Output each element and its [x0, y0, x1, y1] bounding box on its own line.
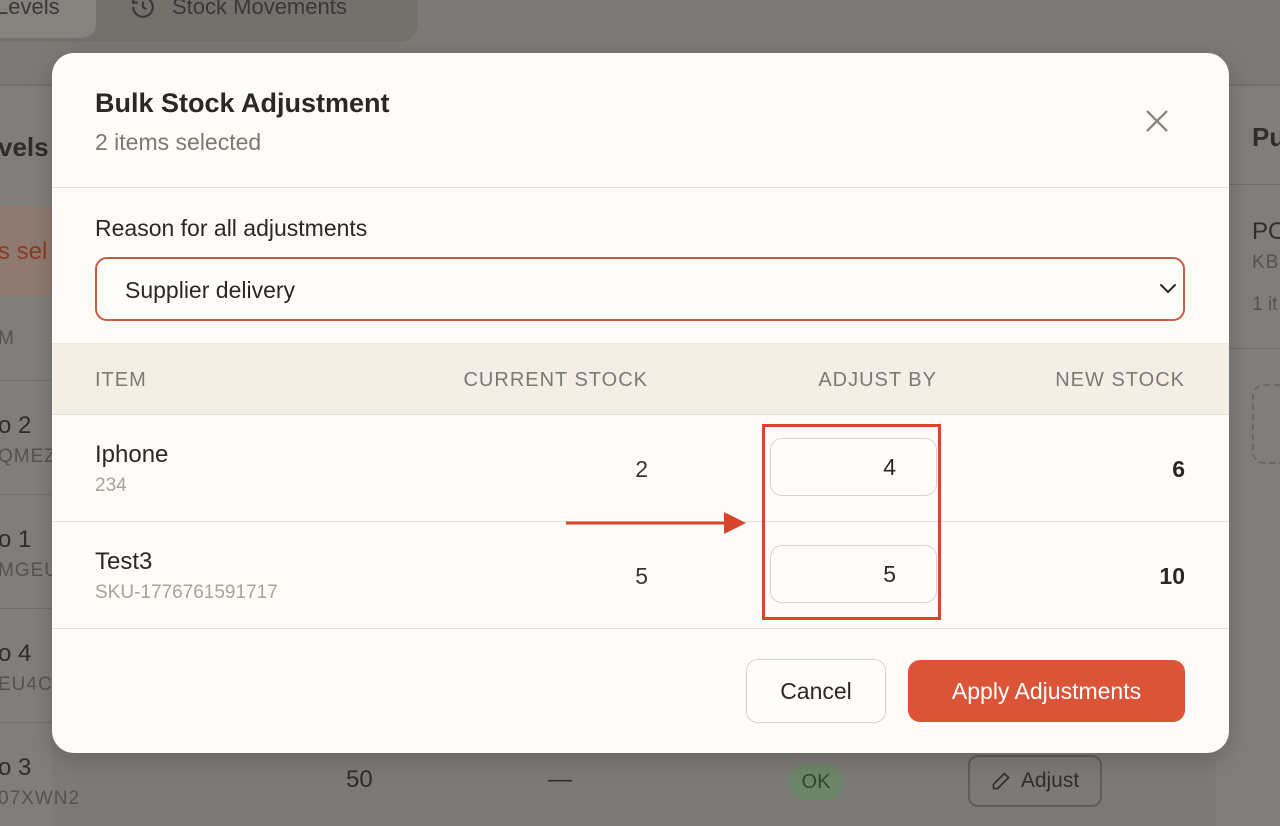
item-sku: SKU-1776761591717	[95, 582, 278, 603]
reason-selected-value: Supplier delivery	[125, 277, 296, 303]
column-header-adjust-by: ADJUST BY	[818, 369, 937, 391]
pencil-icon	[992, 772, 1010, 790]
adjust-button[interactable]: Adjust	[968, 755, 1102, 807]
dialog-header: Bulk Stock Adjustment 2 items selected	[52, 53, 1229, 188]
column-header-new-stock: NEW STOCK	[1055, 369, 1185, 391]
reason-select[interactable]: Supplier delivery	[95, 257, 1185, 321]
bg-row-code: MGEU	[0, 560, 59, 581]
column-header-item: ITEM	[95, 369, 147, 391]
apply-adjustments-button[interactable]: Apply Adjustments	[908, 660, 1185, 722]
bg-row-code: QMEZ	[0, 446, 57, 467]
new-stock: 10	[1159, 563, 1185, 589]
tab-levels-label: Levels	[0, 0, 60, 19]
reason-label: Reason for all adjustments	[95, 215, 368, 241]
po-code: KB	[1252, 252, 1280, 273]
column-header: M	[0, 328, 15, 349]
po-number: PO	[1252, 218, 1280, 245]
tab-bar: Levels Stock Movements	[0, 0, 418, 42]
current-stock: 5	[635, 563, 648, 589]
close-icon[interactable]	[1143, 107, 1171, 135]
history-icon	[132, 0, 154, 18]
table-row: Iphone 234 2 6	[52, 415, 1229, 522]
row-divider	[0, 722, 52, 723]
column-header-current-stock: CURRENT STOCK	[463, 369, 648, 391]
bg-row-name: o 3	[0, 754, 32, 781]
bg-row-qty: 50	[346, 766, 373, 793]
bg-row-name: o 1	[0, 526, 32, 553]
selection-banner-text: s sel	[0, 238, 48, 265]
adjust-by-input[interactable]	[770, 545, 937, 603]
adjust-button-label: Adjust	[1020, 769, 1080, 792]
item-sku: 234	[95, 475, 127, 496]
panel-heading: vels	[0, 132, 49, 162]
right-panel-heading: Pu	[1252, 122, 1280, 152]
item-name: Iphone	[95, 441, 169, 468]
adjust-by-input[interactable]	[770, 438, 937, 496]
bulk-adjustment-dialog: Bulk Stock Adjustment 2 items selected R…	[52, 53, 1229, 753]
current-stock: 2	[635, 456, 648, 482]
bg-row-dash: —	[548, 766, 572, 793]
bg-row-code: 07XWN2	[0, 788, 81, 809]
new-stock: 6	[1172, 456, 1185, 482]
table-header: ITEM CURRENT STOCK ADJUST BY NEW STOCK	[52, 343, 1229, 415]
dialog-subtitle: 2 items selected	[95, 129, 262, 155]
dialog-title: Bulk Stock Adjustment	[95, 88, 390, 118]
bg-row-code: EU4C	[0, 674, 53, 695]
row-divider	[0, 380, 52, 381]
row-divider	[0, 494, 52, 495]
status-badge: OK	[788, 764, 844, 800]
tab-stock-movements-label[interactable]: Stock Movements	[172, 0, 347, 20]
dropzone	[1252, 384, 1280, 464]
bg-row-name: o 4	[0, 640, 32, 667]
table-row: Test3 SKU-1776761591717 5 10	[52, 522, 1229, 629]
cancel-button[interactable]: Cancel	[746, 659, 886, 723]
item-name: Test3	[95, 548, 153, 575]
row-divider	[0, 608, 52, 609]
chevron-down-icon	[1160, 284, 1176, 294]
po-items: 1 it	[1252, 294, 1278, 315]
bg-row-name: o 2	[0, 412, 32, 439]
